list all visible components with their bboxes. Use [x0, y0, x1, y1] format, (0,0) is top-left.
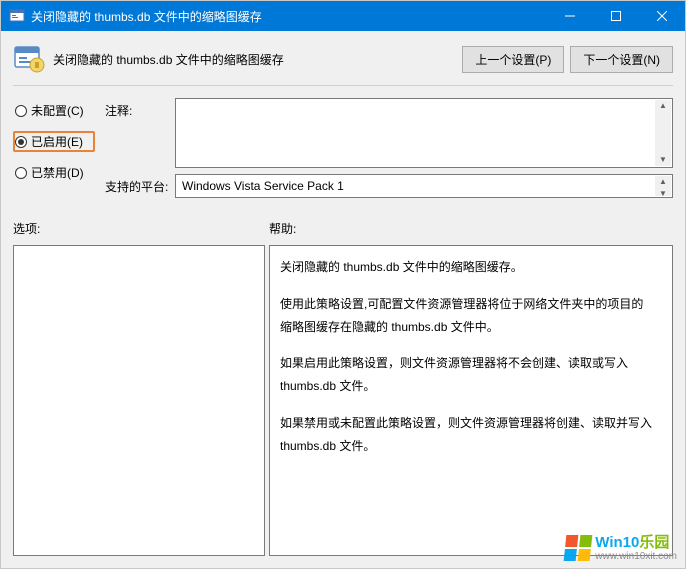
maximize-button[interactable]: [593, 1, 639, 31]
comment-label: 注释:: [105, 98, 169, 119]
radio-not-configured[interactable]: 未配置(C): [13, 100, 95, 121]
titlebar: 关闭隐藏的 thumbs.db 文件中的缩略图缓存: [1, 1, 685, 31]
radio-disabled-label: 已禁用(D): [31, 164, 84, 181]
minimize-button[interactable]: [547, 1, 593, 31]
header-row: 关闭隐藏的 thumbs.db 文件中的缩略图缓存 上一个设置(P) 下一个设置…: [13, 43, 673, 75]
next-setting-button[interactable]: 下一个设置(N): [570, 46, 673, 73]
help-panel: 关闭隐藏的 thumbs.db 文件中的缩略图缓存。 使用此策略设置,可配置文件…: [269, 245, 673, 556]
client-area: 关闭隐藏的 thumbs.db 文件中的缩略图缓存 上一个设置(P) 下一个设置…: [1, 31, 685, 568]
radio-not-configured-label: 未配置(C): [31, 102, 84, 119]
window-title: 关闭隐藏的 thumbs.db 文件中的缩略图缓存: [31, 8, 547, 25]
help-p2: 使用此策略设置,可配置文件资源管理器将位于网络文件夹中的项目的缩略图缓存在隐藏的…: [280, 293, 652, 339]
help-p4: 如果禁用或未配置此策略设置，则文件资源管理器将创建、读取并写入 thumbs.d…: [280, 412, 652, 458]
bottom-panels: 关闭隐藏的 thumbs.db 文件中的缩略图缓存。 使用此策略设置,可配置文件…: [13, 245, 673, 556]
options-label: 选项:: [13, 220, 269, 237]
comment-scrollbar[interactable]: ▲▼: [655, 100, 671, 166]
radio-enabled[interactable]: 已启用(E): [13, 131, 95, 152]
radio-disabled[interactable]: 已禁用(D): [13, 162, 95, 183]
divider: [13, 85, 673, 86]
app-icon: [9, 8, 25, 24]
help-p1: 关闭隐藏的 thumbs.db 文件中的缩略图缓存。: [280, 256, 652, 279]
platform-textbox: Windows Vista Service Pack 1 ▲▼: [175, 174, 673, 198]
watermark-brand: Win10乐园: [595, 535, 677, 552]
section-labels: 选项: 帮助:: [13, 220, 673, 237]
config-row: 未配置(C) 已启用(E) 已禁用(D) 注释: ▲▼: [13, 98, 673, 198]
comment-textbox[interactable]: ▲▼: [175, 98, 673, 168]
radio-enabled-label: 已启用(E): [31, 133, 83, 150]
state-radios: 未配置(C) 已启用(E) 已禁用(D): [13, 98, 95, 198]
policy-icon: [13, 43, 45, 75]
options-panel: [13, 245, 265, 556]
watermark-url: www.win10xit.com: [595, 551, 677, 562]
windows-logo-icon: [564, 535, 593, 561]
help-label: 帮助:: [269, 220, 673, 237]
policy-title: 关闭隐藏的 thumbs.db 文件中的缩略图缓存: [53, 51, 284, 68]
prev-setting-button[interactable]: 上一个设置(P): [462, 46, 564, 73]
close-button[interactable]: [639, 1, 685, 31]
platform-label: 支持的平台:: [105, 174, 169, 195]
window-controls: [547, 1, 685, 31]
help-p3: 如果启用此策略设置，则文件资源管理器将不会创建、读取或写入 thumbs.db …: [280, 352, 652, 398]
platform-scrollbar[interactable]: ▲▼: [655, 176, 671, 196]
watermark: Win10乐园 www.win10xit.com: [565, 535, 677, 563]
platform-value: Windows Vista Service Pack 1: [182, 179, 344, 193]
